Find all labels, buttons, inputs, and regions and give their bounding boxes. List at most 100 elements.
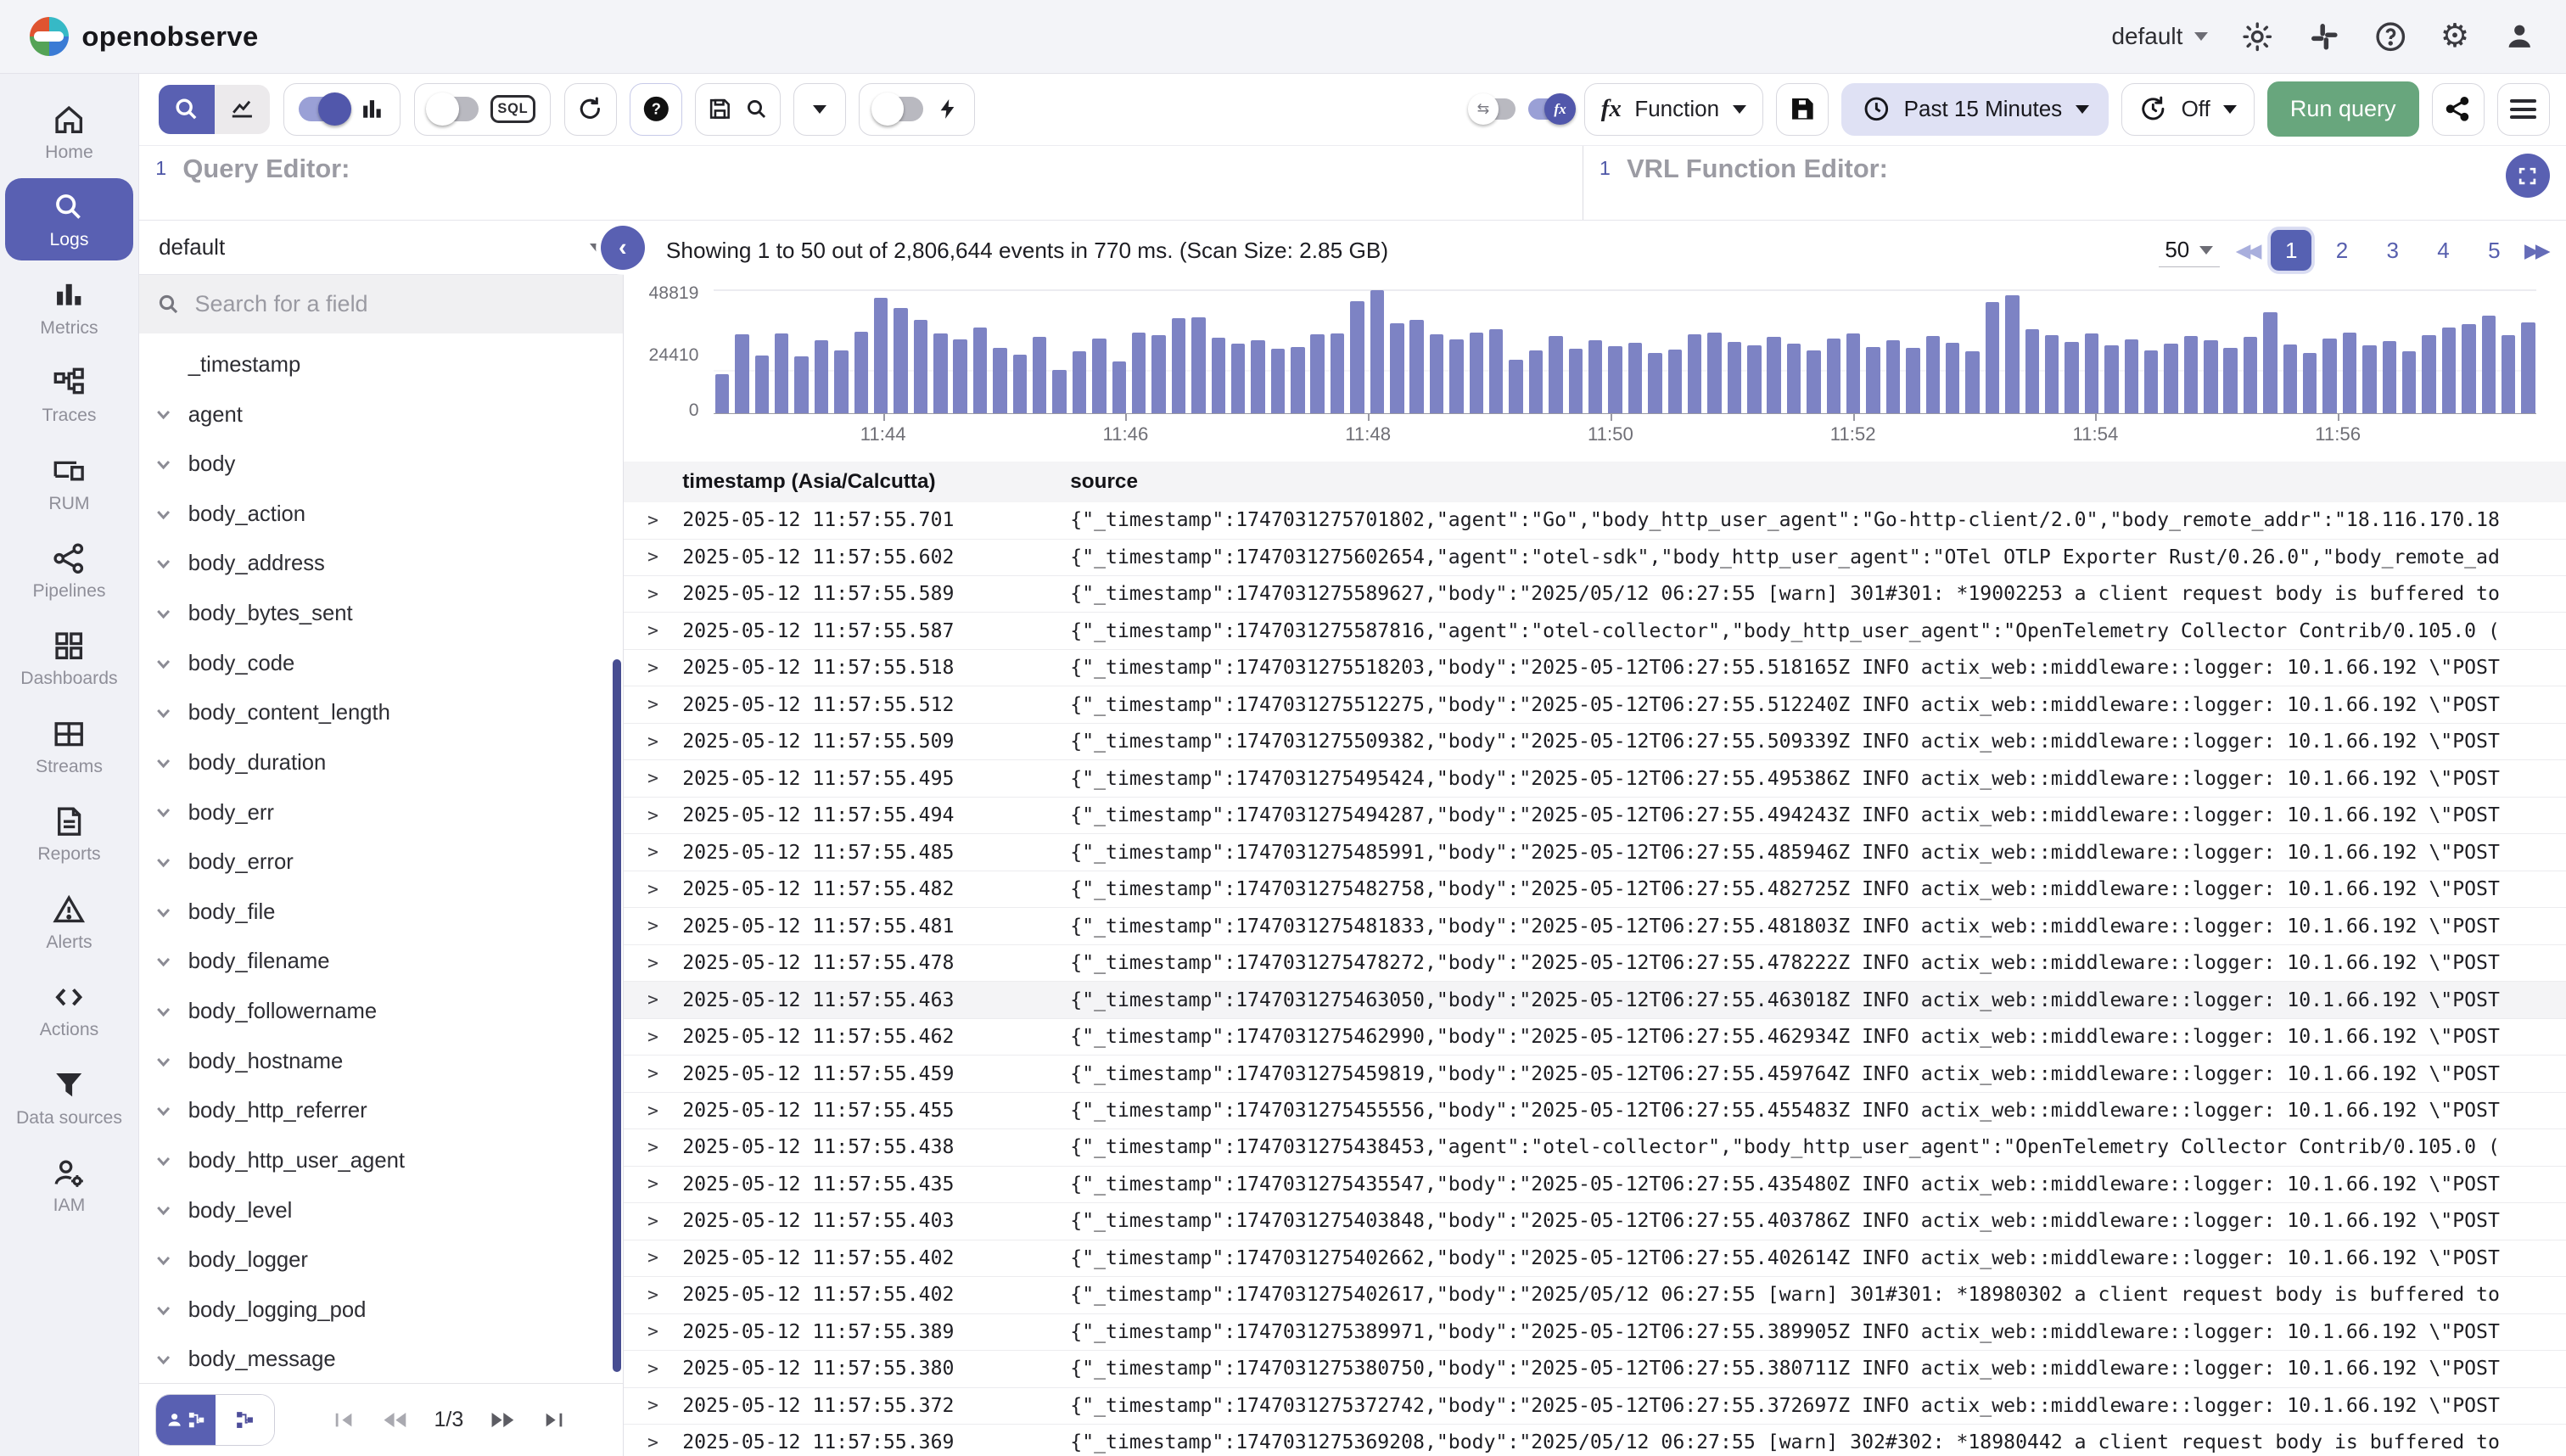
log-row[interactable]: >2025-05-12 11:57:55.459 {"_timestamp":17… xyxy=(623,1056,2566,1093)
next-page-icon[interactable] xyxy=(490,1410,516,1430)
sidebar-item-metrics[interactable]: Metrics xyxy=(5,266,132,349)
expand-row-icon[interactable]: > xyxy=(624,1137,682,1158)
expand-row-icon[interactable]: > xyxy=(624,1395,682,1416)
expand-row-icon[interactable]: > xyxy=(624,584,682,605)
field-item[interactable]: body_hostname xyxy=(139,1037,623,1087)
organization-select[interactable]: default xyxy=(2111,23,2208,50)
sidebar-item-rum[interactable]: RUM xyxy=(5,441,132,524)
share-button[interactable] xyxy=(2431,82,2485,136)
prev-page-icon[interactable] xyxy=(382,1410,408,1430)
field-item[interactable]: body_duration xyxy=(139,738,623,788)
sidebar-item-data-sources[interactable]: Data sources xyxy=(5,1056,132,1139)
first-page-icon[interactable] xyxy=(334,1410,356,1430)
histogram-plot[interactable] xyxy=(713,289,2537,414)
log-row[interactable]: >2025-05-12 11:57:55.512 {"_timestamp":17… xyxy=(623,686,2566,724)
refresh-button[interactable] xyxy=(563,82,617,136)
expand-row-icon[interactable]: > xyxy=(624,1100,682,1122)
query-help-button[interactable]: ? xyxy=(630,82,682,136)
expand-row-icon[interactable]: > xyxy=(624,694,682,715)
sidebar-item-reports[interactable]: Reports xyxy=(5,792,132,876)
collapse-fields-button[interactable]: ‹ xyxy=(600,226,645,271)
expand-row-icon[interactable]: > xyxy=(624,1358,682,1380)
theme-sun-icon[interactable] xyxy=(2240,20,2275,54)
time-range-select[interactable]: Past 15 Minutes xyxy=(1841,82,2109,136)
sql-mode-toggle[interactable] xyxy=(426,92,479,126)
all-fields-view-button[interactable] xyxy=(215,1394,275,1446)
page-button[interactable]: 1 xyxy=(2271,229,2312,272)
sidebar-item-pipelines[interactable]: Pipelines xyxy=(5,529,132,612)
expand-row-icon[interactable]: > xyxy=(624,1063,682,1084)
field-item[interactable]: body_action xyxy=(139,490,623,540)
log-row[interactable]: >2025-05-12 11:57:55.372 {"_timestamp":17… xyxy=(623,1388,2566,1425)
page-button[interactable]: 5 xyxy=(2474,230,2514,271)
user-avatar-icon[interactable] xyxy=(2502,20,2537,54)
log-row[interactable]: >2025-05-12 11:57:55.494 {"_timestamp":17… xyxy=(623,798,2566,835)
log-row[interactable]: >2025-05-12 11:57:55.518 {"_timestamp":17… xyxy=(623,650,2566,687)
sidebar-item-dashboards[interactable]: Dashboards xyxy=(5,617,132,700)
field-list-scrollbar[interactable] xyxy=(613,658,621,1373)
saved-search-dropdown-button[interactable] xyxy=(793,82,846,136)
field-search[interactable]: Search for a field xyxy=(138,274,623,334)
expand-row-icon[interactable]: > xyxy=(624,989,682,1011)
field-item[interactable]: body_code xyxy=(139,639,623,689)
expand-row-icon[interactable]: > xyxy=(624,953,682,974)
field-item[interactable]: body_logging_pod xyxy=(139,1285,623,1336)
expand-row-icon[interactable]: > xyxy=(624,658,682,679)
log-row[interactable]: >2025-05-12 11:57:55.587 {"_timestamp":17… xyxy=(623,613,2566,650)
sidebar-item-traces[interactable]: Traces xyxy=(5,353,132,436)
log-row[interactable]: >2025-05-12 11:57:55.509 {"_timestamp":17… xyxy=(623,724,2566,761)
quick-mode-toggle[interactable] xyxy=(871,92,924,126)
log-row[interactable]: >2025-05-12 11:57:55.478 {"_timestamp":17… xyxy=(623,945,2566,983)
menu-button[interactable] xyxy=(2497,82,2550,136)
field-item[interactable]: body_logger xyxy=(139,1235,623,1285)
search-view-button[interactable] xyxy=(159,84,215,134)
field-item[interactable]: body xyxy=(139,440,623,490)
fullscreen-button[interactable] xyxy=(2505,154,2550,199)
help-icon[interactable] xyxy=(2373,20,2408,54)
stream-select[interactable]: default xyxy=(138,221,623,275)
log-row[interactable]: >2025-05-12 11:57:55.482 {"_timestamp":17… xyxy=(623,871,2566,909)
expand-row-icon[interactable]: > xyxy=(624,731,682,753)
histogram-toggle[interactable] xyxy=(298,92,351,126)
log-row[interactable]: >2025-05-12 11:57:55.435 {"_timestamp":17… xyxy=(623,1167,2566,1204)
sidebar-item-logs[interactable]: Logs xyxy=(5,177,133,261)
vrl-function-editor[interactable]: 1 VRL Function Editor: xyxy=(1583,146,2566,221)
log-row[interactable]: >2025-05-12 11:57:55.463 {"_timestamp":17… xyxy=(623,982,2566,1019)
field-item[interactable]: body_level xyxy=(139,1186,623,1236)
run-query-button[interactable]: Run query xyxy=(2266,81,2419,137)
next-pages-icon[interactable]: ▶▶ xyxy=(2524,239,2551,262)
function-select[interactable]: fx Function xyxy=(1583,82,1763,136)
expand-row-icon[interactable]: > xyxy=(624,768,682,789)
log-row[interactable]: >2025-05-12 11:57:55.455 {"_timestamp":17… xyxy=(623,1093,2566,1130)
log-row[interactable]: >2025-05-12 11:57:55.602 {"_timestamp":17… xyxy=(623,540,2566,576)
sidebar-item-home[interactable]: Home xyxy=(5,90,132,173)
expand-row-icon[interactable]: > xyxy=(624,1321,682,1342)
log-row[interactable]: >2025-05-12 11:57:55.369 {"_timestamp":17… xyxy=(624,1425,2566,1456)
page-size-select[interactable]: 50 xyxy=(2158,233,2220,267)
expand-row-icon[interactable]: > xyxy=(624,879,682,900)
expand-row-icon[interactable]: > xyxy=(624,1285,682,1306)
transform-toggle[interactable]: ⇆ xyxy=(1467,93,1516,126)
user-fields-view-button[interactable] xyxy=(156,1394,216,1446)
log-row[interactable]: >2025-05-12 11:57:55.485 {"_timestamp":17… xyxy=(623,834,2566,871)
expand-row-icon[interactable]: > xyxy=(624,1173,682,1195)
field-item[interactable]: body_http_user_agent xyxy=(139,1136,623,1186)
expand-row-icon[interactable]: > xyxy=(624,1247,682,1268)
visualize-view-button[interactable] xyxy=(214,84,271,134)
field-item[interactable]: body_error xyxy=(139,837,623,888)
field-item[interactable]: body_followername xyxy=(139,987,623,1037)
log-row[interactable]: >2025-05-12 11:57:55.438 {"_timestamp":17… xyxy=(623,1129,2566,1167)
log-row[interactable]: >2025-05-12 11:57:55.403 {"_timestamp":17… xyxy=(623,1203,2566,1240)
field-item[interactable]: _timestamp xyxy=(139,340,623,390)
expand-row-icon[interactable]: > xyxy=(624,620,682,641)
field-item[interactable]: body_content_length xyxy=(139,688,623,738)
last-page-icon[interactable] xyxy=(542,1410,563,1430)
page-button[interactable]: 2 xyxy=(2322,230,2362,271)
settings-gear-icon[interactable]: ⚙ xyxy=(2440,20,2470,53)
query-editor[interactable]: 1 Query Editor: xyxy=(139,145,1583,221)
log-row[interactable]: >2025-05-12 11:57:55.589 {"_timestamp":17… xyxy=(623,576,2566,613)
expand-row-icon[interactable]: > xyxy=(624,916,682,937)
sidebar-item-iam[interactable]: IAM xyxy=(5,1143,132,1226)
expand-row-icon[interactable]: > xyxy=(624,1027,682,1048)
field-item[interactable]: body_err xyxy=(139,788,623,838)
